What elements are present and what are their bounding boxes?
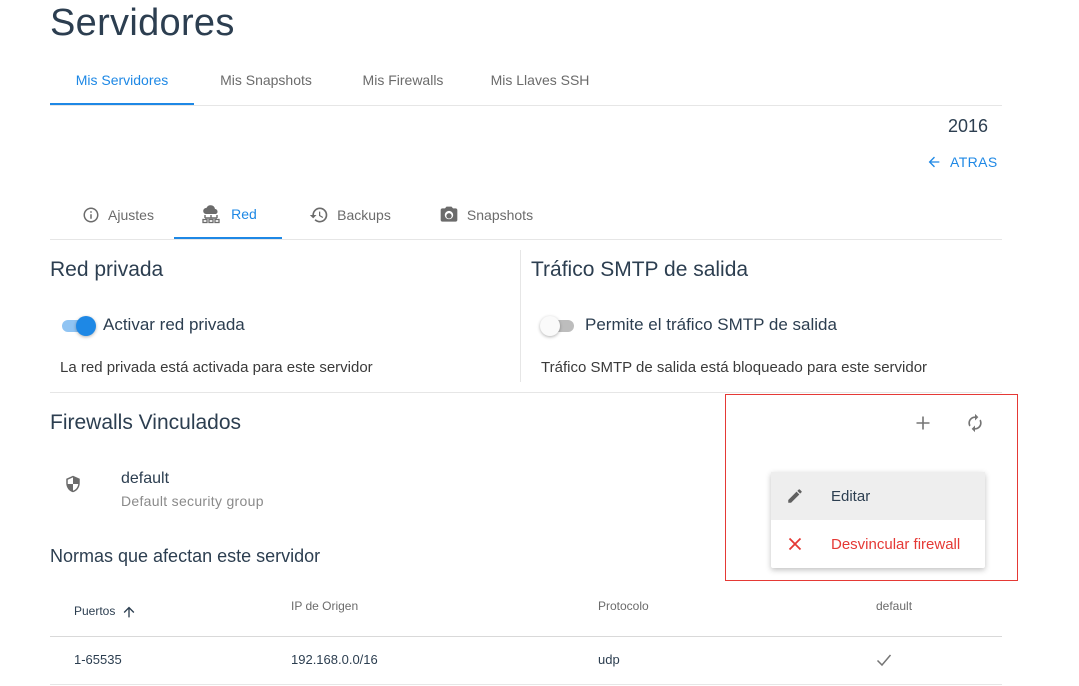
rules-table-header: Puertos IP de Origen Protocolo default (50, 586, 1002, 637)
firewalls-title: Firewalls Vinculados (50, 411, 242, 434)
column-header-ip-origen[interactable]: IP de Origen (291, 586, 358, 636)
main-tabs: Mis Servidores Mis Snapshots Mis Firewal… (50, 56, 1002, 106)
column-header-default[interactable]: default (876, 586, 912, 636)
server-id: 2016 (947, 116, 988, 136)
firewall-item-icon (58, 469, 88, 499)
subtab-red[interactable]: Red (174, 190, 282, 239)
cell-protocol: udp (598, 652, 620, 667)
tab-mis-servidores[interactable]: Mis Servidores (50, 56, 194, 105)
camera-icon (440, 206, 458, 222)
back-label: ATRAS (950, 154, 998, 170)
info-icon (83, 207, 99, 222)
cloud-network-icon (202, 204, 220, 223)
private-network-toggle-label: Activar red privada (103, 315, 245, 334)
close-icon (785, 534, 805, 554)
firewall-item-name[interactable]: default (121, 470, 169, 488)
subtab-snapshots[interactable]: Snapshots (430, 190, 542, 239)
smtp-description: Tráfico SMTP de salida está bloqueado pa… (541, 359, 928, 376)
toggle-knob (540, 316, 560, 336)
private-network-title: Red privada (50, 258, 164, 281)
history-icon (309, 207, 328, 222)
toggle-knob (76, 316, 96, 336)
column-header-label: Puertos (74, 604, 116, 618)
sub-tabs: Ajustes Red Backups Snapshots (50, 190, 1002, 240)
firewall-context-menu: Editar Desvincular firewall (771, 472, 985, 568)
private-network-description: La red privada está activada para este s… (60, 359, 373, 376)
section-divider (50, 392, 1002, 393)
arrow-up-icon (124, 606, 135, 617)
column-header-protocolo[interactable]: Protocolo (598, 586, 649, 636)
column-header-puertos[interactable]: Puertos (74, 586, 137, 636)
menu-item-desvincular-firewall[interactable]: Desvincular firewall (771, 520, 985, 568)
firewall-item-description: Default security group (121, 493, 264, 509)
smtp-toggle-label: Permite el tráfico SMTP de salida (585, 315, 837, 334)
cell-source-ip: 192.168.0.0/16 (291, 652, 378, 667)
private-network-toggle[interactable] (60, 315, 96, 337)
subtab-backups[interactable]: Backups (296, 190, 404, 239)
rules-title: Normas que afectan este servidor (50, 546, 321, 566)
arrow-left-icon (928, 156, 940, 168)
cell-ports: 1-65535 (74, 652, 122, 667)
menu-item-label: Desvincular firewall (831, 535, 961, 553)
back-link[interactable]: ATRAS (926, 152, 998, 172)
section-divider (520, 250, 521, 382)
subtab-red-label: Red (231, 205, 257, 222)
pencil-icon (785, 486, 805, 506)
table-row: 1-65535 192.168.0.0/16 udp (50, 637, 1002, 685)
subtab-backups-label: Backups (337, 206, 391, 223)
page-title: Servidores (50, 2, 235, 44)
tab-mis-snapshots[interactable]: Mis Snapshots (194, 56, 338, 105)
shield-icon (66, 475, 80, 493)
tab-mis-llaves-ssh[interactable]: Mis Llaves SSH (468, 56, 612, 105)
menu-item-label: Editar (831, 487, 871, 505)
smtp-title: Tráfico SMTP de salida (531, 258, 749, 281)
tab-mis-firewalls[interactable]: Mis Firewalls (331, 56, 475, 105)
menu-item-editar[interactable]: Editar (771, 472, 985, 520)
subtab-snapshots-label: Snapshots (466, 206, 534, 223)
subtab-ajustes[interactable]: Ajustes (62, 190, 174, 239)
check-icon (876, 653, 892, 669)
smtp-toggle[interactable] (540, 315, 576, 337)
subtab-ajustes-label: Ajustes (108, 206, 154, 223)
